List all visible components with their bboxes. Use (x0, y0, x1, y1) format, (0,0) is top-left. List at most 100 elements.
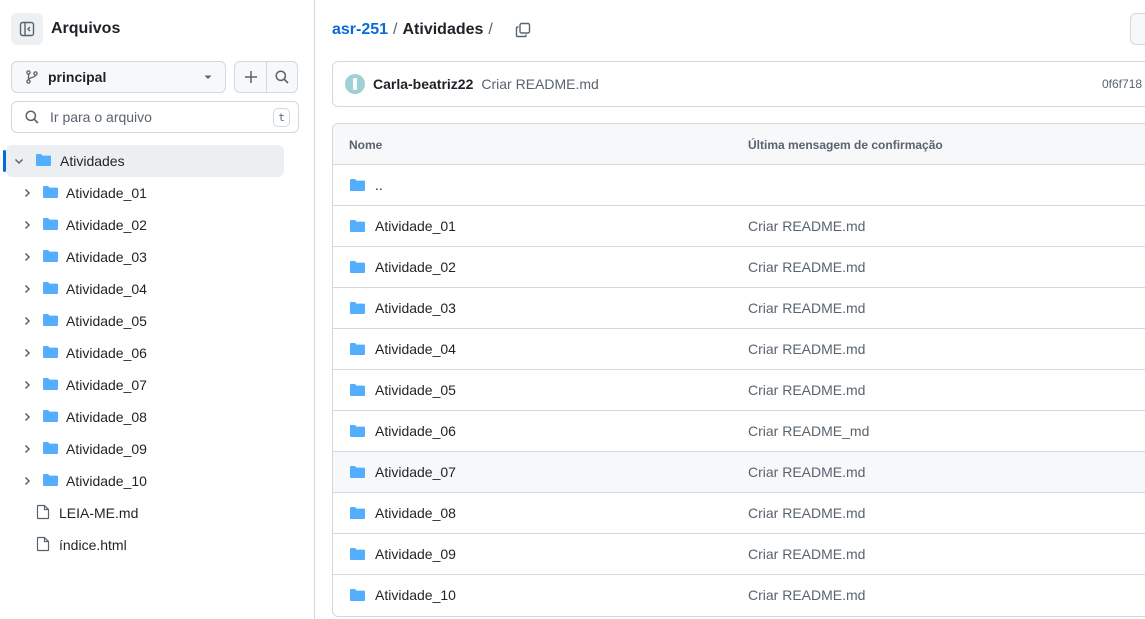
tree-item-atividades[interactable]: Atividades (3, 145, 284, 177)
main-content: asr-251 / Atividades / Carla-beatriz22 C… (316, 0, 1145, 619)
chevron-right-icon[interactable] (19, 281, 35, 297)
tree-item-folder[interactable]: Atividade_04 (0, 273, 315, 305)
folder-icon (42, 185, 59, 202)
chevron-right-icon[interactable] (19, 409, 35, 425)
table-row[interactable]: Atividade_03 Criar README.md (333, 288, 1145, 329)
folder-name-link[interactable]: Atividade_03 (375, 300, 456, 316)
caret-down-icon (204, 75, 212, 79)
chevron-right-icon[interactable] (19, 377, 35, 393)
file-icon (36, 536, 50, 555)
folder-name-link[interactable]: Atividade_07 (375, 464, 456, 480)
file-icon (36, 504, 50, 523)
folder-name-link[interactable]: Atividade_05 (375, 382, 456, 398)
git-branch-icon (26, 70, 38, 84)
folder-name-link[interactable]: Atividade_04 (375, 341, 456, 357)
tree-actions (234, 61, 298, 93)
folder-icon (42, 313, 59, 330)
table-row[interactable]: Atividade_04 Criar README.md (333, 329, 1145, 370)
sidebar-title: Arquivos (51, 20, 121, 37)
go-to-file-placeholder: Ir para o arquivo (50, 109, 152, 125)
tree-item-label: Atividade_05 (66, 313, 147, 329)
commit-message-link[interactable]: Criar README.md (748, 382, 865, 398)
folder-name-link[interactable]: Atividade_01 (375, 218, 456, 234)
header-menu-button[interactable] (1130, 13, 1145, 45)
tree-item-label: Atividade_09 (66, 441, 147, 457)
table-row[interactable]: Atividade_01 Criar README.md (333, 206, 1145, 247)
folder-icon (42, 217, 59, 234)
commit-message-link[interactable]: Criar README.md (748, 546, 865, 562)
folder-name-link[interactable]: Atividade_09 (375, 546, 456, 562)
avatar[interactable] (345, 74, 365, 94)
tree-item-folder[interactable]: Atividade_01 (0, 177, 315, 209)
chevron-right-icon[interactable] (19, 441, 35, 457)
tree-item-file[interactable]: índice.html (0, 529, 315, 561)
chevron-right-icon[interactable] (19, 249, 35, 265)
branch-toolbar: principal (11, 61, 298, 93)
commit-message-link[interactable]: Criar README_md (748, 423, 869, 439)
table-row[interactable]: Atividade_07 Criar README.md (333, 452, 1145, 493)
commit-message-link[interactable]: Criar README.md (748, 505, 865, 521)
tree-item-label: índice.html (59, 537, 127, 553)
chevron-right-icon[interactable] (19, 217, 35, 233)
tree-item-file[interactable]: LEIA-ME.md (0, 497, 315, 529)
parent-directory-link[interactable]: .. (375, 177, 383, 193)
commit-author[interactable]: Carla-beatriz22 (373, 76, 473, 92)
folder-icon (42, 409, 59, 426)
tree-item-folder[interactable]: Atividade_06 (0, 337, 315, 369)
keyboard-shortcut-hint: t (273, 107, 290, 127)
tree-item-label: Atividade_07 (66, 377, 147, 393)
tree-item-folder[interactable]: Atividade_08 (0, 401, 315, 433)
folder-icon (349, 301, 366, 318)
commit-message-link[interactable]: Criar README.md (748, 218, 865, 234)
tree-item-label: Atividade_08 (66, 409, 147, 425)
tree-item-label: Atividade_04 (66, 281, 147, 297)
go-to-file-input[interactable]: Ir para o arquivo t (11, 101, 299, 133)
table-row[interactable]: Atividade_06 Criar README_md (333, 411, 1145, 452)
folder-name-link[interactable]: Atividade_08 (375, 505, 456, 521)
sidebar-collapse-button[interactable] (11, 13, 43, 45)
commit-message-link[interactable]: Criar README.md (748, 341, 865, 357)
tree-item-folder[interactable]: Atividade_05 (0, 305, 315, 337)
folder-name-link[interactable]: Atividade_10 (375, 587, 456, 603)
chevron-right-icon[interactable] (19, 313, 35, 329)
folder-open-icon (35, 153, 52, 170)
folder-icon (349, 342, 366, 359)
file-tree-sidebar: Arquivos principal Ir para o arquivo t A… (0, 0, 315, 619)
commit-message-link[interactable]: Criar README.md (748, 259, 865, 275)
folder-icon (42, 473, 59, 490)
search-icon (25, 110, 39, 124)
commit-message-link[interactable]: Criar README.md (748, 464, 865, 480)
column-header-commit-message: Última mensagem de confirmação (748, 138, 943, 152)
folder-name-link[interactable]: Atividade_02 (375, 259, 456, 275)
search-files-button[interactable] (266, 62, 297, 92)
breadcrumb-current: Atividades (402, 21, 484, 38)
commit-sha[interactable]: 0f6f718 (1102, 77, 1142, 91)
tree-item-folder[interactable]: Atividade_03 (0, 241, 315, 273)
branch-selector[interactable]: principal (11, 61, 226, 93)
folder-icon (349, 383, 366, 400)
table-row[interactable]: Atividade_08 Criar README.md (333, 493, 1145, 534)
chevron-right-icon[interactable] (19, 345, 35, 361)
table-row-parent-directory[interactable]: .. (333, 165, 1145, 206)
commit-message[interactable]: Criar README.md (481, 76, 598, 92)
commit-message-link[interactable]: Criar README.md (748, 300, 865, 316)
table-row[interactable]: Atividade_09 Criar README.md (333, 534, 1145, 575)
chevron-right-icon[interactable] (19, 473, 35, 489)
table-row[interactable]: Atividade_02 Criar README.md (333, 247, 1145, 288)
folder-icon (349, 260, 366, 277)
copy-path-button[interactable] (512, 19, 534, 41)
chevron-down-icon[interactable] (11, 153, 27, 169)
tree-item-folder[interactable]: Atividade_09 (0, 433, 315, 465)
commit-message-link[interactable]: Criar README.md (748, 587, 865, 603)
table-row[interactable]: Atividade_10 Criar README.md (333, 575, 1145, 616)
chevron-right-icon[interactable] (19, 185, 35, 201)
tree-item-folder[interactable]: Atividade_07 (0, 369, 315, 401)
folder-icon (349, 547, 366, 564)
table-row[interactable]: Atividade_05 Criar README.md (333, 370, 1145, 411)
tree-item-folder[interactable]: Atividade_02 (0, 209, 315, 241)
breadcrumb-repo-link[interactable]: asr-251 (332, 21, 388, 39)
table-header: Nome Última mensagem de confirmação (333, 124, 1145, 165)
add-file-button[interactable] (235, 62, 266, 92)
tree-item-folder[interactable]: Atividade_10 (0, 465, 315, 497)
folder-name-link[interactable]: Atividade_06 (375, 423, 456, 439)
